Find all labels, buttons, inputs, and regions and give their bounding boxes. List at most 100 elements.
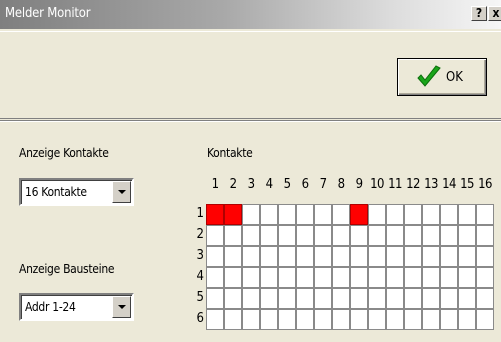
column-header: 2	[229, 177, 237, 192]
contact-cell	[368, 246, 386, 267]
contact-cell	[350, 246, 368, 267]
contact-cell	[332, 309, 350, 330]
contact-cell	[404, 288, 422, 309]
contact-cell	[422, 246, 440, 267]
contact-cell	[386, 309, 404, 330]
contact-cell	[476, 246, 494, 267]
close-button[interactable]: x	[488, 6, 501, 21]
contact-cell	[440, 225, 458, 246]
column-header: 3	[247, 177, 255, 192]
contact-cell	[242, 267, 260, 288]
contact-cell	[332, 267, 350, 288]
contact-cell	[278, 204, 296, 225]
contact-cell	[242, 288, 260, 309]
contact-cell	[278, 288, 296, 309]
bausteine-select[interactable]: Addr 1-24	[19, 293, 134, 321]
column-header: 4	[265, 177, 273, 192]
column-header: 7	[319, 177, 327, 192]
contact-cell	[368, 288, 386, 309]
contact-cell	[224, 309, 242, 330]
contact-cell	[332, 246, 350, 267]
contact-cell	[368, 267, 386, 288]
contact-cell	[278, 309, 296, 330]
contact-cell	[224, 225, 242, 246]
contact-cell	[206, 267, 224, 288]
contact-cell	[260, 267, 278, 288]
contact-cell	[422, 267, 440, 288]
row-header: 5	[196, 290, 204, 305]
column-header: 13	[424, 177, 438, 192]
contact-cell	[296, 225, 314, 246]
row-header: 4	[196, 269, 204, 284]
contact-cell	[386, 225, 404, 246]
column-header: 11	[388, 177, 402, 192]
anzeige-kontakte-label: Anzeige Kontakte	[19, 146, 109, 160]
column-header: 1	[211, 177, 219, 192]
contact-cell	[404, 309, 422, 330]
kontakte-select-value: 16 Kontakte	[25, 185, 87, 199]
contact-cell	[332, 225, 350, 246]
contact-cell	[314, 288, 332, 309]
contact-cell	[224, 246, 242, 267]
contact-cell	[458, 225, 476, 246]
contact-cell	[368, 309, 386, 330]
contact-cell	[296, 309, 314, 330]
contact-cell	[422, 288, 440, 309]
contact-cell	[440, 288, 458, 309]
chevron-down-icon[interactable]	[112, 181, 131, 203]
contact-cell	[368, 204, 386, 225]
chevron-down-icon[interactable]	[112, 296, 131, 318]
contact-cell-active	[206, 204, 224, 225]
contact-cell	[476, 225, 494, 246]
contact-cell	[242, 309, 260, 330]
contact-cell	[224, 267, 242, 288]
contact-cell	[314, 267, 332, 288]
contact-cell	[314, 246, 332, 267]
contact-cell	[350, 225, 368, 246]
separator	[0, 120, 501, 122]
row-header: 6	[196, 311, 204, 326]
help-button[interactable]: ?	[471, 6, 487, 21]
contact-cell	[314, 225, 332, 246]
row-header: 2	[196, 227, 204, 242]
contact-cell	[206, 309, 224, 330]
contact-cell	[386, 288, 404, 309]
row-header: 1	[196, 206, 204, 221]
contact-cell	[404, 225, 422, 246]
contact-cell	[314, 309, 332, 330]
column-header: 15	[460, 177, 474, 192]
contact-cell	[458, 267, 476, 288]
contact-cell	[224, 288, 242, 309]
contact-cell	[242, 225, 260, 246]
contact-cell	[422, 309, 440, 330]
contact-cell	[440, 204, 458, 225]
contact-cell	[314, 204, 332, 225]
contact-cell	[260, 204, 278, 225]
kontakte-grid-title: Kontakte	[207, 146, 253, 160]
ok-button[interactable]: OK	[397, 58, 487, 96]
contact-cell	[260, 225, 278, 246]
contact-cell	[332, 204, 350, 225]
contact-cell-active	[350, 204, 368, 225]
contact-cell	[404, 204, 422, 225]
column-header: 14	[442, 177, 456, 192]
column-header: 12	[406, 177, 420, 192]
column-header: 16	[478, 177, 492, 192]
title-bar[interactable]: Melder Monitor ? x	[0, 0, 501, 29]
contact-cell	[476, 267, 494, 288]
contact-cell	[206, 225, 224, 246]
contact-cell	[332, 288, 350, 309]
bausteine-select-value: Addr 1-24	[25, 300, 76, 314]
contact-cell	[260, 309, 278, 330]
contact-cell	[458, 288, 476, 309]
contact-cell	[386, 246, 404, 267]
contact-cell	[260, 246, 278, 267]
contact-cell-active	[224, 204, 242, 225]
contact-cell	[296, 267, 314, 288]
contact-cell	[350, 288, 368, 309]
contact-cell	[476, 204, 494, 225]
kontakte-select[interactable]: 16 Kontakte	[19, 178, 134, 206]
contact-cell	[260, 288, 278, 309]
contact-cell	[458, 246, 476, 267]
contact-cell	[296, 204, 314, 225]
